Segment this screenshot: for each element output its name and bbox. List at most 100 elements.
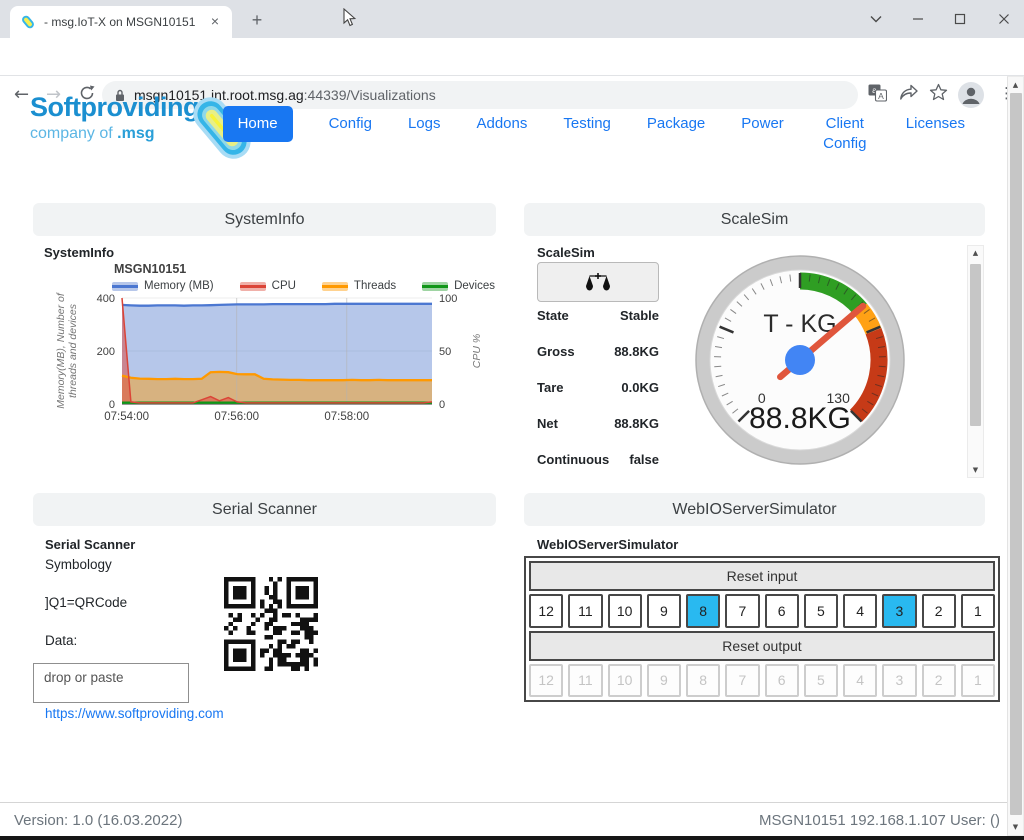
svg-text:07:58:00: 07:58:00	[324, 411, 369, 423]
input-channel-10[interactable]: 10	[608, 594, 642, 627]
host-user-text: MSGN10151 192.168.1.107 User: ()	[759, 812, 1000, 829]
scroll-up-icon[interactable]: ▲	[968, 249, 983, 257]
svg-text:0: 0	[109, 399, 115, 411]
output-channel-11: 11	[568, 664, 602, 697]
output-channel-3: 3	[882, 664, 916, 697]
bookmark-star-icon[interactable]	[929, 83, 948, 107]
close-icon[interactable]	[984, 0, 1024, 38]
tab-title: - msg.IoT-X on MSGN10151	[44, 15, 206, 29]
new-tab-icon[interactable]: +	[244, 8, 270, 34]
nav-item-power[interactable]: Power	[741, 106, 784, 142]
input-channel-1[interactable]: 1	[961, 594, 995, 627]
scalesim-label: ScaleSim	[537, 245, 595, 260]
webio-simulator-box: Reset input 121110987654321 Reset output…	[524, 556, 1000, 702]
output-channel-8: 8	[686, 664, 720, 697]
logo-tagline: company of .msg	[30, 125, 199, 143]
output-channel-6: 6	[765, 664, 799, 697]
svg-text:100: 100	[439, 293, 457, 305]
nav-item-licenses[interactable]: Licenses	[906, 106, 965, 142]
profile-avatar[interactable]	[957, 81, 985, 109]
scroll-down-icon[interactable]: ▼	[968, 466, 983, 474]
nav-item-addons[interactable]: Addons	[476, 106, 527, 142]
continuous-value: false	[629, 452, 659, 467]
tab-search-chevron-icon[interactable]	[856, 0, 896, 38]
minimize-icon[interactable]	[898, 0, 938, 38]
webio-panel-header: WebIOServerSimulator	[524, 493, 985, 526]
share-icon[interactable]	[899, 84, 919, 106]
input-channel-4[interactable]: 4	[843, 594, 877, 627]
scale-command-button[interactable]	[537, 262, 659, 302]
svg-text:Memory(MB), Number of: Memory(MB), Number of	[55, 292, 67, 409]
output-channel-4: 4	[843, 664, 877, 697]
scalesim-scrollbar[interactable]: ▲ ▼	[967, 245, 984, 478]
page-scroll-up-icon[interactable]: ▲	[1008, 81, 1023, 89]
serial-scanner-label: Serial Scanner	[45, 537, 135, 552]
input-channel-9[interactable]: 9	[647, 594, 681, 627]
input-channel-8[interactable]: 8	[686, 594, 720, 627]
input-channel-5[interactable]: 5	[804, 594, 838, 627]
data-label: Data:	[45, 633, 77, 648]
url-path: :44339/Visualizations	[304, 87, 436, 103]
version-text: Version: 1.0 (16.03.2022)	[14, 812, 182, 829]
translate-icon[interactable]: a A	[868, 84, 887, 107]
scalesim-row-continuous: Continuousfalse	[537, 452, 659, 467]
legend-item: Devices	[422, 280, 495, 292]
svg-text:400: 400	[97, 293, 115, 305]
webio-label: WebIOServerSimulator	[537, 537, 678, 552]
scanned-url-link[interactable]: https://www.softproviding.com	[45, 706, 224, 721]
chart-title: MSGN10151	[114, 262, 496, 276]
nav-item-logs[interactable]: Logs	[408, 106, 441, 142]
nav-item-package[interactable]: Package	[647, 106, 705, 142]
svg-text:threads and devices: threads and devices	[67, 303, 79, 398]
svg-text:200: 200	[97, 346, 115, 358]
page-scroll-down-icon[interactable]: ▼	[1008, 823, 1023, 831]
input-channel-2[interactable]: 2	[922, 594, 956, 627]
reset-input-button[interactable]: Reset input	[529, 561, 995, 591]
symbology-label: Symbology	[45, 557, 112, 572]
legend-item: Threads	[322, 280, 396, 292]
page-footer: Version: 1.0 (16.03.2022) MSGN10151 192.…	[0, 802, 1024, 836]
browser-tab[interactable]: - msg.IoT-X on MSGN10151 ×	[10, 6, 232, 38]
scrollbar-thumb[interactable]	[970, 264, 981, 426]
symbology-value: ]Q1=QRCode	[45, 595, 127, 610]
output-channel-12: 12	[529, 664, 563, 697]
scale-balance-icon	[585, 272, 611, 292]
output-channel-5: 5	[804, 664, 838, 697]
scalesim-row-tare: Tare0.0KG	[537, 380, 659, 395]
input-channel-3[interactable]: 3	[882, 594, 916, 627]
nav-item-config[interactable]: Config	[329, 106, 372, 142]
tare-value: 0.0KG	[621, 380, 659, 395]
serial-scanner-panel-header: Serial Scanner	[33, 493, 496, 526]
scan-drop-input[interactable]: drop or paste	[33, 663, 189, 703]
input-channel-6[interactable]: 6	[765, 594, 799, 627]
page-scrollbar-thumb[interactable]	[1010, 93, 1022, 815]
svg-text:CPU %: CPU %	[471, 334, 483, 368]
scalesim-panel-header: ScaleSim	[524, 203, 985, 236]
input-channel-11[interactable]: 11	[568, 594, 602, 627]
reset-output-button[interactable]: Reset output	[529, 631, 995, 661]
cursor-pointer-icon	[343, 8, 359, 28]
systeminfo-chart: MSGN10151 Memory (MB)CPUThreadsDevices 0…	[40, 262, 496, 433]
output-channel-row: 121110987654321	[529, 664, 995, 697]
maximize-icon[interactable]	[940, 0, 980, 38]
legend-swatch	[240, 282, 266, 291]
page-scrollbar[interactable]: ▲ ▼	[1007, 76, 1024, 836]
browser-toolbar: ← → msgn10151.int.root.msg.ag:44339/Visu…	[0, 38, 1024, 76]
scalesim-row-state: StateStable	[537, 308, 659, 323]
browser-window: - msg.IoT-X on MSGN10151 × + ← →	[0, 0, 1024, 840]
input-channel-7[interactable]: 7	[725, 594, 759, 627]
back-icon[interactable]: ←	[14, 85, 29, 105]
svg-text:A: A	[878, 91, 884, 101]
tab-close-icon[interactable]: ×	[206, 13, 224, 31]
nav-item-testing[interactable]: Testing	[563, 106, 611, 142]
nav-item-home[interactable]: Home	[223, 106, 293, 142]
qr-code-image	[224, 577, 318, 671]
nav-item-client-config[interactable]: Client Config	[820, 106, 870, 154]
main-nav: Home Config Logs Addons Testing Package …	[223, 106, 965, 154]
svg-text:07:56:00: 07:56:00	[214, 411, 259, 423]
input-channel-12[interactable]: 12	[529, 594, 563, 627]
svg-text:50: 50	[439, 346, 451, 358]
scalesim-row-gross: Gross88.8KG	[537, 344, 659, 359]
output-channel-1: 1	[961, 664, 995, 697]
output-channel-2: 2	[922, 664, 956, 697]
